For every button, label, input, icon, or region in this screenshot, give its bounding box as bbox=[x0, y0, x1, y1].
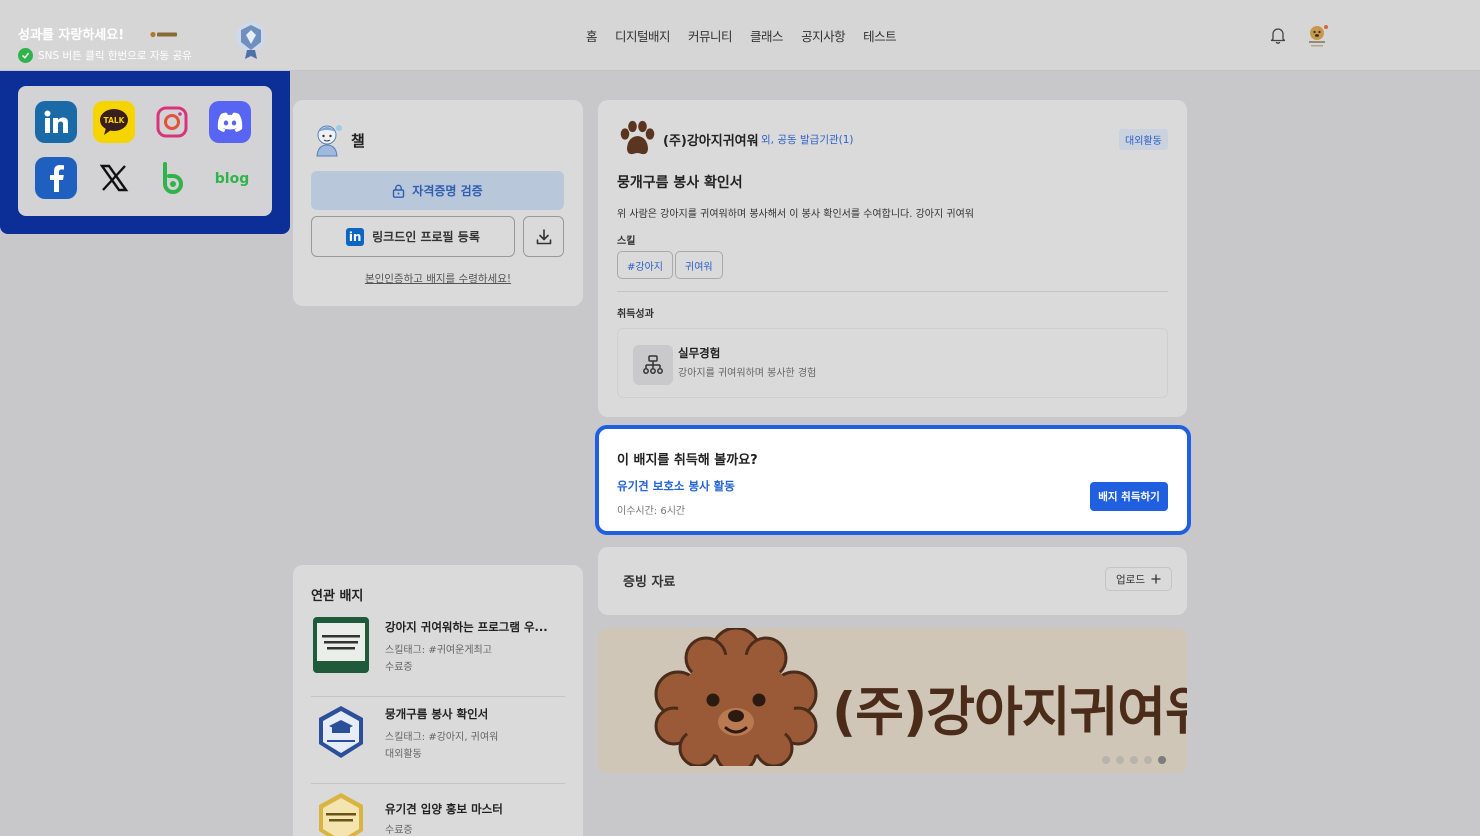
related-badge-title: 유기견 입양 홍보 마스터 bbox=[385, 802, 503, 816]
linkedin-icon[interactable] bbox=[35, 101, 77, 143]
evidence-title: 증빙 자료 bbox=[623, 575, 676, 590]
credential-verify-button[interactable]: 자격증명 검증 bbox=[311, 171, 564, 210]
share-subtitle: SNS 버튼 클릭 한번으로 자동 공유 bbox=[18, 48, 192, 63]
identity-verify-link[interactable]: 본인인증하고 배지를 수령하세요! bbox=[293, 271, 583, 286]
check-icon bbox=[18, 48, 33, 63]
download-icon bbox=[536, 228, 551, 244]
x-icon[interactable] bbox=[93, 157, 135, 199]
blog-label: blog bbox=[215, 171, 249, 187]
carousel-dot[interactable] bbox=[1116, 756, 1124, 764]
achievement-title: 실무경험 bbox=[678, 346, 721, 360]
banner-brand-text: (주)강아지귀여워 bbox=[832, 682, 1187, 743]
badge-category-tag: 대외활동 bbox=[1119, 129, 1168, 150]
brand-logo[interactable] bbox=[150, 30, 178, 39]
blog-icon[interactable]: blog bbox=[209, 157, 255, 199]
band-icon[interactable] bbox=[151, 157, 193, 199]
carousel-dot[interactable] bbox=[1144, 756, 1152, 764]
related-badge-item[interactable]: 강아지 귀여워하는 프로그램 우... 스킬태그: #귀여운게최고 수료증 bbox=[311, 617, 565, 697]
badge-thumbnail bbox=[319, 793, 363, 836]
evidence-card: 증빙 자료 업로드 bbox=[598, 547, 1187, 615]
hierarchy-icon bbox=[633, 345, 673, 385]
bell-icon[interactable] bbox=[1269, 26, 1287, 44]
plus-icon bbox=[1151, 574, 1161, 584]
download-button[interactable] bbox=[523, 216, 564, 257]
issuer-name[interactable]: (주)강아지귀여워 bbox=[663, 130, 759, 149]
related-badges-card: 연관 배지 강아지 귀여워하는 프로그램 우... 스킬태그: #귀여운게최고 … bbox=[293, 565, 583, 836]
badge-info-card: (주)강아지귀여워 외, 공동 발급기관(1) 대외활동 뭉개구름 봉사 확인서… bbox=[598, 100, 1187, 417]
badge-thumbnail bbox=[319, 706, 363, 758]
nav-item-digital-badge[interactable]: 디지털배지 bbox=[615, 26, 671, 45]
upload-label: 업로드 bbox=[1116, 573, 1145, 586]
linkedin-profile-label: 링크드인 프로필 등록 bbox=[372, 230, 480, 244]
main-nav: 홈 디지털배지 커뮤니티 클래스 공지사항 테스트 bbox=[586, 26, 897, 45]
kakaotalk-label: TALK bbox=[104, 116, 126, 125]
upload-button[interactable]: 업로드 bbox=[1105, 567, 1172, 591]
related-badge-title: 강아지 귀여워하는 프로그램 우... bbox=[385, 620, 548, 634]
linkedin-profile-button[interactable]: in 링크드인 프로필 등록 bbox=[311, 216, 515, 257]
facebook-icon[interactable] bbox=[35, 157, 77, 199]
related-badge-item[interactable]: 뭉개구름 봉사 확인서 스킬태그: #강아지, 귀여워 대외활동 bbox=[311, 704, 565, 784]
badge-thumbnail bbox=[313, 617, 369, 673]
dog-icon bbox=[654, 628, 818, 766]
nav-item-community[interactable]: 커뮤니티 bbox=[688, 26, 733, 45]
issuer-banner[interactable]: (주)강아지귀여워 bbox=[598, 628, 1187, 773]
nav-item-notice[interactable]: 공지사항 bbox=[801, 26, 846, 45]
achievement-label: 취득성과 bbox=[617, 309, 654, 320]
carousel-dot[interactable] bbox=[1102, 756, 1110, 764]
badge-description: 위 사람은 강아지를 귀여워하며 봉사해서 이 봉사 확인서를 수여합니다. 강… bbox=[617, 209, 974, 220]
user-avatar[interactable] bbox=[1305, 22, 1331, 50]
nav-item-home[interactable]: 홈 bbox=[586, 26, 598, 45]
top-navigation-bar: 홈 디지털배지 커뮤니티 클래스 공지사항 테스트 bbox=[0, 0, 1480, 71]
paw-icon bbox=[620, 120, 655, 155]
related-badge-type: 대외활동 bbox=[385, 749, 422, 760]
achievement-description: 강아지를 귀여워하며 봉사한 경험 bbox=[678, 368, 817, 379]
related-badge-tags: 스킬태그: #귀여운게최고 bbox=[385, 645, 492, 656]
program-link[interactable]: 유기견 보호소 봉사 활동 bbox=[617, 478, 735, 494]
related-badge-tags: 스킬태그: #강아지, 귀여워 bbox=[385, 732, 499, 743]
acquire-title: 이 배지를 취득해 볼까요? bbox=[617, 453, 758, 468]
medal-icon bbox=[236, 22, 266, 59]
lock-icon bbox=[393, 184, 405, 198]
mascot-avatar bbox=[316, 125, 342, 157]
credential-verify-label: 자격증명 검증 bbox=[412, 184, 483, 198]
nav-item-class[interactable]: 클래스 bbox=[750, 26, 784, 45]
discord-icon[interactable] bbox=[209, 101, 251, 143]
instagram-icon[interactable] bbox=[151, 101, 193, 143]
divider bbox=[617, 291, 1168, 292]
completion-time: 이수시간: 6시간 bbox=[617, 506, 686, 517]
acquire-badge-button[interactable]: 배지 취득하기 bbox=[1090, 482, 1168, 511]
share-subtitle-text: SNS 버튼 클릭 한번으로 자동 공유 bbox=[38, 50, 192, 62]
carousel-dot[interactable] bbox=[1130, 756, 1138, 764]
carousel-dot-active[interactable] bbox=[1158, 756, 1166, 764]
profile-name: 챌 bbox=[351, 132, 365, 150]
badge-title: 뭉개구름 봉사 확인서 bbox=[617, 175, 743, 191]
related-badge-item[interactable]: 유기견 입양 홍보 마스터 수료증 bbox=[311, 791, 565, 836]
nav-item-test[interactable]: 테스트 bbox=[863, 26, 897, 45]
skill-tag[interactable]: #강아지 bbox=[617, 251, 673, 279]
acquire-badge-card: 이 배지를 취득해 볼까요? 유기견 보호소 봉사 활동 이수시간: 6시간 배… bbox=[595, 425, 1191, 535]
related-badge-type: 수료증 bbox=[385, 662, 413, 673]
related-badge-title: 뭉개구름 봉사 확인서 bbox=[385, 707, 489, 721]
share-title: 성과를 자랑하세요! bbox=[18, 28, 125, 43]
related-badge-type: 수료증 bbox=[385, 825, 413, 836]
skill-tag[interactable]: 귀여워 bbox=[675, 251, 723, 279]
related-badges-title: 연관 배지 bbox=[311, 589, 364, 604]
linkedin-icon: in bbox=[346, 227, 365, 246]
co-issuer-link[interactable]: 외, 공동 발급기관(1) bbox=[761, 132, 854, 147]
carousel-dots bbox=[1102, 756, 1166, 764]
sns-share-panel: TALK blog bbox=[18, 86, 272, 216]
skill-label: 스킬 bbox=[617, 236, 636, 247]
profile-card: 챌 자격증명 검증 in 링크드인 프로필 등록 본인인증하고 배지를 수령하세… bbox=[293, 100, 583, 306]
achievement-box: 실무경험 강아지를 귀여워하며 봉사한 경험 bbox=[617, 328, 1168, 398]
kakaotalk-icon[interactable]: TALK bbox=[93, 101, 135, 143]
